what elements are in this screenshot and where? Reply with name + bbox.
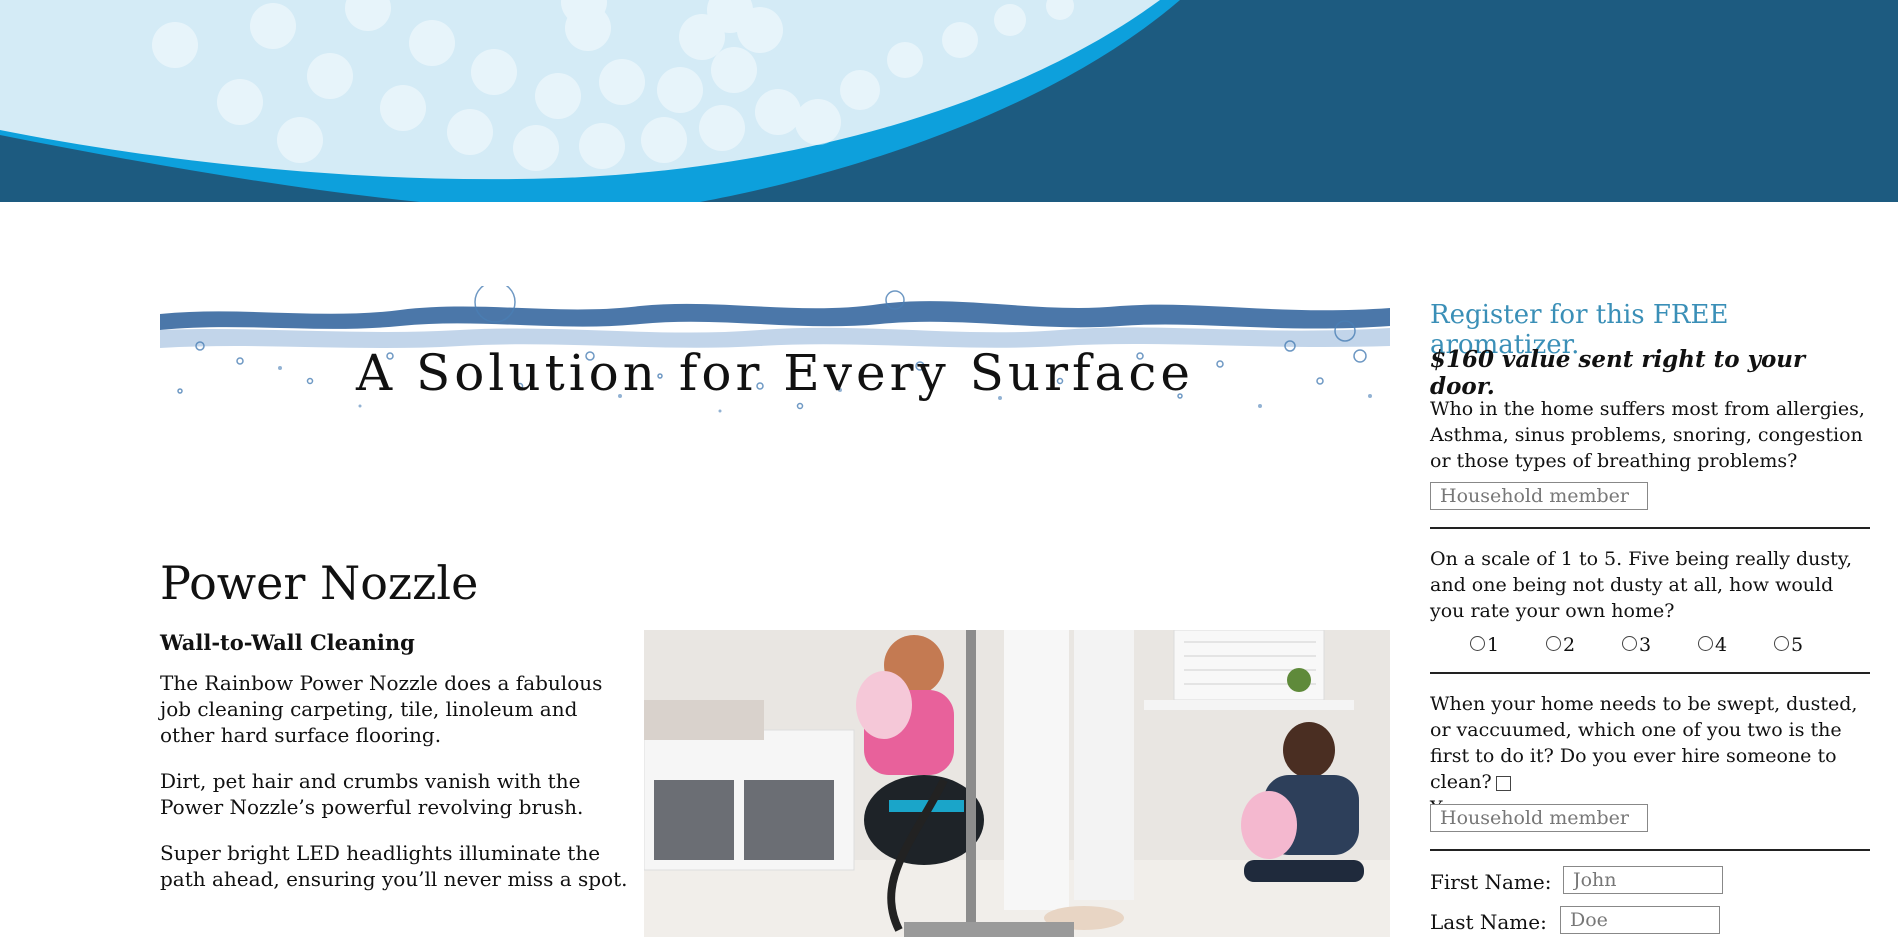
question-cleaning: When your home needs to be swept, dusted…	[1430, 691, 1870, 821]
allergies-member-input[interactable]	[1430, 482, 1648, 510]
hire-cleaner-checkbox[interactable]	[1495, 775, 1511, 791]
register-form: Register for this FREE aromatizer. $160 …	[1430, 300, 1872, 934]
cleaning-member-input[interactable]	[1430, 804, 1648, 832]
surface-banner: A Solution for Every Surface	[160, 286, 1390, 426]
vacuum-room-illustration	[644, 630, 1390, 937]
dust-scale-radio-1[interactable]: 1	[1470, 634, 1546, 656]
question-allergies: Who in the home suffers most from allerg…	[1430, 398, 1865, 472]
product-paragraph-1: The Rainbow Power Nozzle does a fabulous…	[160, 671, 603, 747]
product-subtitle: Wall-to-Wall Cleaning	[160, 630, 415, 655]
banner-title: A Solution for Every Surface	[356, 344, 1194, 402]
product-title: Power Nozzle	[160, 556, 479, 610]
dust-scale-radio-group: 1 2 3 4 5	[1470, 634, 1850, 656]
radio-button-icon[interactable]	[1698, 635, 1713, 651]
divider	[1430, 849, 1870, 851]
divider	[1430, 527, 1870, 529]
dust-scale-radio-4[interactable]: 4	[1698, 634, 1774, 656]
divider	[1430, 672, 1870, 674]
question-dust-scale: On a scale of 1 to 5. Five being really …	[1430, 548, 1853, 622]
first-name-input[interactable]	[1563, 866, 1723, 894]
product-paragraph-3: Super bright LED headlights illuminate t…	[160, 841, 628, 891]
first-name-label: First Name:	[1430, 870, 1552, 894]
radio-button-icon[interactable]	[1622, 635, 1637, 651]
radio-button-icon[interactable]	[1774, 635, 1789, 651]
dust-scale-radio-5[interactable]: 5	[1774, 634, 1850, 656]
radio-button-icon[interactable]	[1470, 635, 1485, 651]
form-subheading: $160 value sent right to your door.	[1430, 346, 1806, 400]
radio-button-icon[interactable]	[1546, 635, 1561, 651]
last-name-input[interactable]	[1560, 906, 1720, 934]
header-wave-graphic	[0, 0, 1180, 202]
last-name-label: Last Name:	[1430, 910, 1547, 934]
product-paragraph-2: Dirt, pet hair and crumbs vanish with th…	[160, 769, 584, 819]
question-cleaning-text: When your home needs to be swept, dusted…	[1430, 693, 1858, 793]
dust-scale-radio-2[interactable]: 2	[1546, 634, 1622, 656]
dust-scale-radio-3[interactable]: 3	[1622, 634, 1698, 656]
header-banner	[0, 0, 1898, 202]
power-nozzle-photo	[644, 630, 1390, 937]
